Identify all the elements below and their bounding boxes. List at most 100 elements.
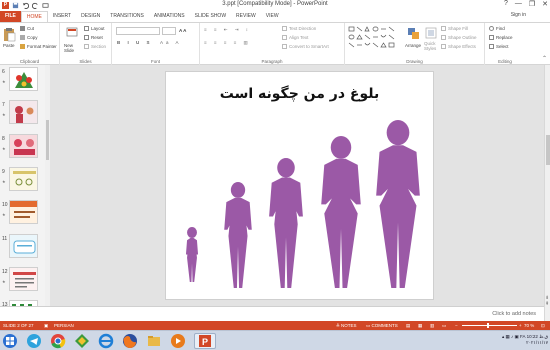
tab-file[interactable]: FILE: [0, 11, 21, 22]
drawing-group-label: Drawing: [406, 59, 423, 64]
zoom-level[interactable]: 70 %: [524, 323, 534, 328]
notes-pane[interactable]: Click to add notes: [0, 306, 544, 321]
next-slide-icon[interactable]: ⇟: [545, 295, 549, 301]
new-slide-icon[interactable]: [66, 27, 78, 41]
replace-label: Replace: [496, 35, 513, 40]
date[interactable]: ۲۰۲۱/۱۱/۱۷: [526, 340, 548, 345]
fit-slide-icon[interactable]: ⊡: [541, 323, 545, 329]
media-player-icon[interactable]: [170, 333, 186, 349]
shape-outline-button[interactable]: Shape Outline: [441, 35, 477, 41]
growth-silhouettes-image[interactable]: [166, 112, 435, 292]
align-buttons[interactable]: ≡ ≡ ≡ ≡ ▥: [204, 40, 251, 46]
thumbnail-image: [10, 101, 37, 123]
layout-button[interactable]: Layout: [84, 26, 105, 32]
quick-styles-icon[interactable]: [425, 27, 437, 40]
slide-thumbnail-8[interactable]: [9, 134, 38, 158]
arrange-button[interactable]: Arrange: [405, 43, 421, 48]
paste-button[interactable]: Paste: [3, 43, 15, 48]
tab-home[interactable]: HOME: [20, 11, 48, 22]
telegram-icon[interactable]: [26, 333, 42, 349]
language-indicator[interactable]: PERSIAN: [54, 323, 74, 328]
slideshow-view-icon[interactable]: ▭: [442, 323, 446, 329]
silhouette-preteen: [269, 158, 303, 288]
tab-animations[interactable]: ANIMATIONS: [149, 11, 190, 22]
slide-thumbnail-pane[interactable]: 6 ★ 7 ★ 8 ★ 9 ★ 10 ★ 11 12 ★ 13: [0, 65, 47, 321]
reset-button[interactable]: Reset: [84, 35, 103, 41]
chrome-icon[interactable]: [50, 333, 66, 349]
grow-font-icon[interactable]: A A: [179, 28, 186, 33]
convert-smartart-button[interactable]: Convert to SmartArt: [282, 44, 329, 50]
shape-fill-button[interactable]: Shape Fill: [441, 26, 468, 32]
normal-view-icon[interactable]: ▤: [406, 323, 410, 329]
align-text-button[interactable]: Align Text: [282, 35, 308, 41]
font-name-box[interactable]: [116, 27, 160, 35]
previous-slide-icon[interactable]: ⇞: [545, 301, 549, 307]
spellcheck-icon[interactable]: ▣: [44, 323, 48, 329]
slide-thumbnail-6[interactable]: [9, 67, 38, 91]
input-language[interactable]: FA: [520, 334, 525, 339]
font-color-buttons[interactable]: Aa A: [160, 40, 182, 45]
paste-icon[interactable]: [3, 27, 16, 42]
workspace: 6 ★ 7 ★ 8 ★ 9 ★ 10 ★ 11 12 ★ 13 بلوغ در …: [0, 65, 550, 321]
comments-toggle-label: COMMENTS: [371, 323, 398, 328]
notes-toggle-button[interactable]: ≜ NOTES: [336, 323, 357, 329]
quick-styles-button[interactable]: Quick Styles: [424, 41, 438, 51]
close-button[interactable]: ✕: [542, 0, 548, 8]
collapse-ribbon-icon[interactable]: ⌃: [542, 55, 547, 62]
reading-view-icon[interactable]: ▥: [430, 323, 434, 329]
section-button[interactable]: Section: [84, 44, 106, 50]
format-painter-button[interactable]: Format Painter: [20, 44, 57, 50]
arrange-icon[interactable]: [407, 27, 420, 41]
start-button-icon[interactable]: [2, 333, 18, 349]
tray-icons[interactable]: ▴ ▦ ♪ ▣: [502, 334, 520, 339]
minimize-button[interactable]: —: [515, 0, 522, 8]
shapes-gallery[interactable]: [348, 26, 402, 52]
tab-transitions[interactable]: TRANSITIONS: [105, 11, 149, 22]
tab-view[interactable]: VIEW: [261, 11, 284, 22]
slide-scroll-thumb[interactable]: [546, 135, 550, 165]
tab-review[interactable]: REVIEW: [231, 11, 261, 22]
clock[interactable]: 10:22 ق.ظ: [527, 334, 548, 339]
slide-title[interactable]: بلوغ در من چگونه است: [166, 86, 433, 102]
shape-effects-button[interactable]: Shape Effects: [441, 44, 476, 50]
firefox-icon[interactable]: [122, 333, 138, 349]
system-tray: ▴ ▦ ♪ ▣ FA 10:22 ق.ظ ۲۰۲۱/۱۱/۱۷: [502, 334, 548, 346]
slide-vertical-scrollbar[interactable]: ⇞ ⇟: [544, 65, 550, 321]
sign-in-link[interactable]: Sign in: [511, 12, 526, 18]
slide-editing-area[interactable]: بلوغ در من چگونه است: [50, 65, 544, 321]
slide-thumbnail-10[interactable]: [9, 200, 38, 224]
cut-button[interactable]: Cut: [20, 26, 34, 32]
thumbnail-scroll-thumb[interactable]: [46, 120, 49, 160]
notes-placeholder[interactable]: Click to add notes: [492, 311, 536, 317]
zoom-out-icon[interactable]: −: [455, 323, 458, 328]
tab-insert[interactable]: INSERT: [48, 11, 76, 22]
new-slide-button[interactable]: New Slide: [64, 43, 82, 53]
comments-toggle-button[interactable]: ▭ COMMENTS: [366, 323, 398, 329]
find-button[interactable]: Find: [489, 26, 505, 32]
select-button[interactable]: Select: [489, 44, 509, 50]
slide-thumbnail-7[interactable]: [9, 100, 38, 124]
list-buttons[interactable]: ≡ ≡ ⇤ ⇥ ↕: [204, 27, 251, 33]
slide-thumbnail-11[interactable]: [9, 234, 38, 258]
tab-design[interactable]: DESIGN: [76, 11, 105, 22]
restore-button[interactable]: ❐: [529, 0, 535, 8]
text-direction-button[interactable]: Text Direction: [282, 26, 316, 32]
zoom-slider[interactable]: [462, 325, 517, 326]
font-size-box[interactable]: [162, 27, 176, 35]
title-bar: P 3.ppt [Compatibility Mode] - PowerPoin…: [0, 0, 550, 11]
app-icon-green[interactable]: [74, 333, 90, 349]
zoom-slider-thumb[interactable]: [487, 323, 489, 328]
current-slide[interactable]: بلوغ در من چگونه است: [165, 71, 434, 300]
copy-button[interactable]: Copy: [20, 35, 38, 41]
slide-thumbnail-9[interactable]: [9, 167, 38, 191]
powerpoint-taskbar-button[interactable]: P: [194, 333, 216, 349]
slide-thumbnail-12[interactable]: [9, 267, 38, 291]
slide-sorter-icon[interactable]: ▦: [418, 323, 422, 329]
replace-button[interactable]: Replace: [489, 35, 513, 41]
help-button[interactable]: ?: [504, 0, 508, 8]
tab-slide-show[interactable]: SLIDE SHOW: [190, 11, 231, 22]
file-explorer-icon[interactable]: [146, 333, 162, 349]
font-style-buttons[interactable]: B I U S: [117, 40, 153, 45]
internet-explorer-icon[interactable]: [98, 333, 114, 349]
zoom-in-icon[interactable]: +: [519, 323, 522, 328]
